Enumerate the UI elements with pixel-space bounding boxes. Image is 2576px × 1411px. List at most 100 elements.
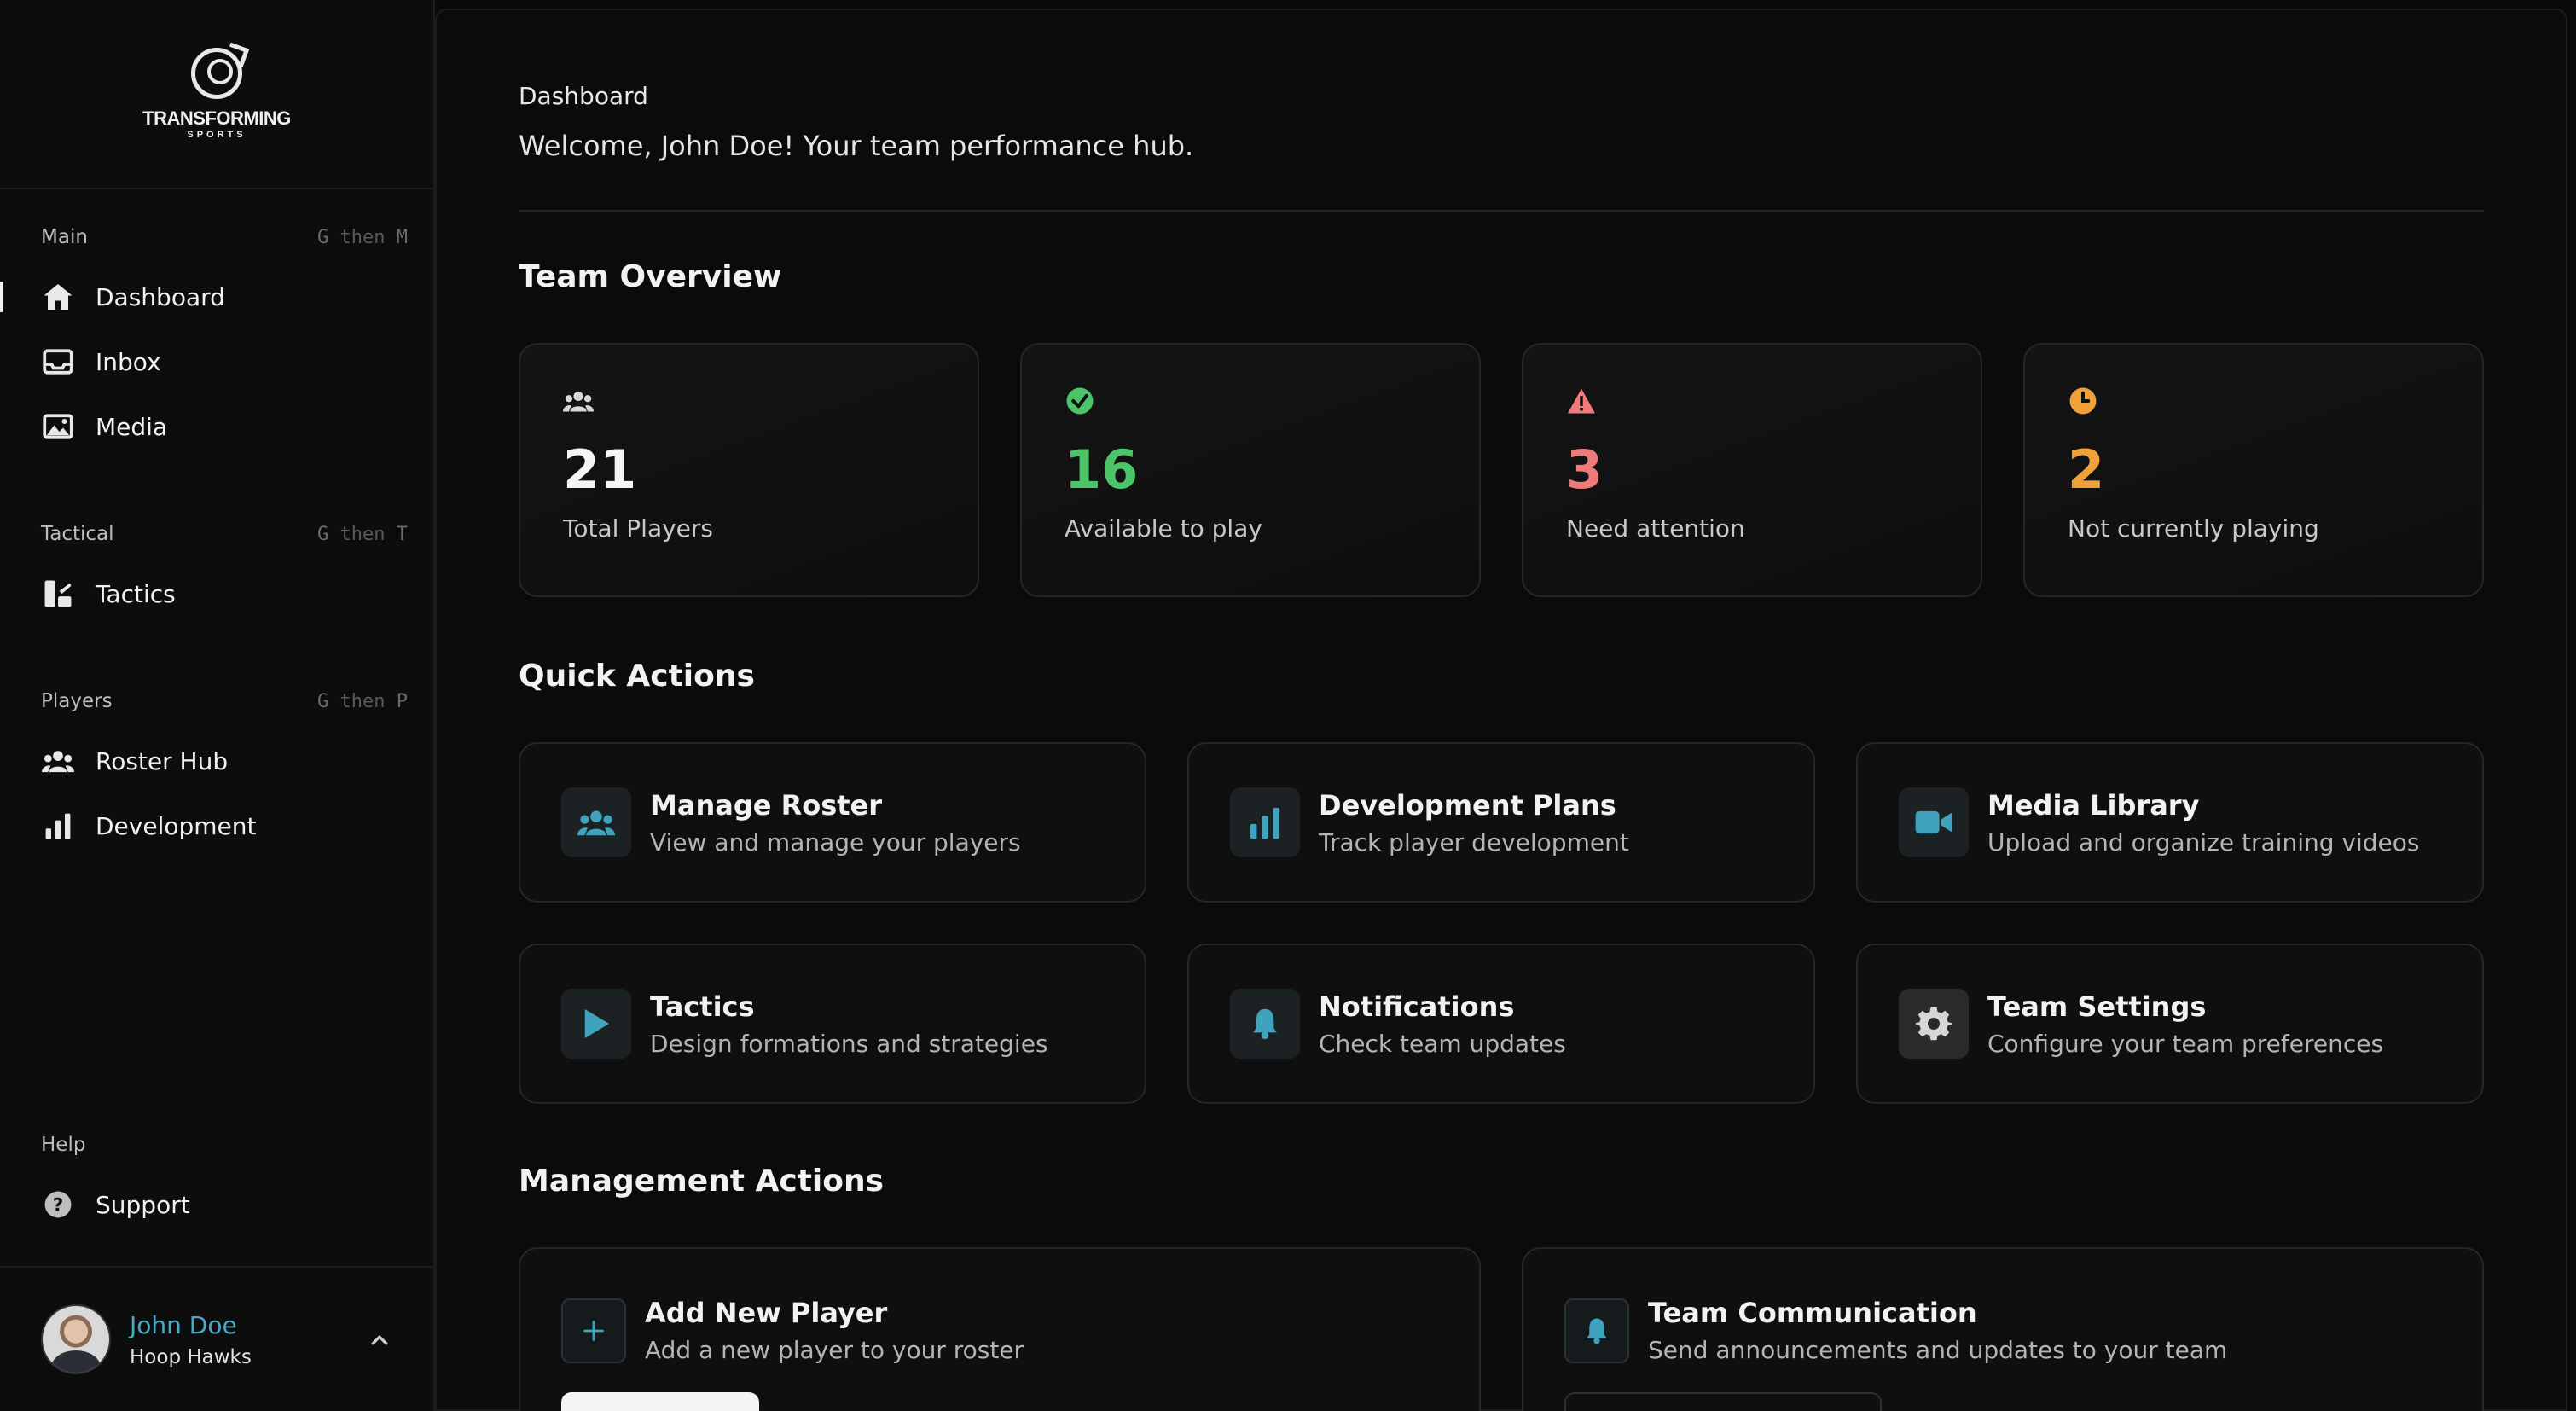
stat-card-available: 16 Available to play bbox=[1020, 343, 1481, 597]
sidebar-item-support[interactable]: ? Support bbox=[0, 1172, 435, 1237]
logo-mark-icon bbox=[191, 48, 242, 99]
group-title-help: Help bbox=[41, 1134, 86, 1156]
quick-action-desc: Design formations and strategies bbox=[650, 1029, 1048, 1058]
brand-name: TRANSFORMING bbox=[142, 107, 291, 129]
stat-value: 21 bbox=[563, 438, 637, 501]
management-title: Team Communication bbox=[1648, 1297, 1977, 1329]
sidebar-item-label: Tactics bbox=[96, 579, 176, 608]
stat-label: Not currently playing bbox=[2068, 514, 2319, 543]
plus-icon bbox=[561, 1298, 626, 1363]
team-communication-button[interactable] bbox=[1564, 1392, 1882, 1411]
section-title-overview: Team Overview bbox=[519, 259, 782, 294]
inbox-icon bbox=[41, 345, 75, 379]
sidebar-item-label: Media bbox=[96, 412, 168, 441]
quick-action-manage-roster[interactable]: Manage Roster View and manage your playe… bbox=[519, 742, 1146, 903]
quick-action-tactics[interactable]: Tactics Design formations and strategies bbox=[519, 944, 1146, 1104]
avatar bbox=[41, 1304, 111, 1374]
quick-action-title: Development Plans bbox=[1319, 788, 1616, 822]
gear-icon bbox=[1899, 989, 1969, 1059]
management-desc: Add a new player to your roster bbox=[645, 1336, 1024, 1364]
sidebar: TRANSFORMING SPORTS Main G then M Dashbo… bbox=[0, 0, 435, 1411]
shortcut-hint-main: G then M bbox=[317, 226, 408, 248]
quick-action-desc: Configure your team preferences bbox=[1987, 1029, 2384, 1058]
sidebar-item-roster-hub[interactable]: Roster Hub bbox=[0, 729, 435, 793]
quick-action-title: Notifications bbox=[1319, 990, 1515, 1023]
users-icon bbox=[563, 386, 594, 416]
stat-card-total-players: 21 Total Players bbox=[519, 343, 979, 597]
sidebar-item-label: Roster Hub bbox=[96, 746, 229, 775]
sidebar-item-label: Support bbox=[96, 1190, 190, 1219]
bar-chart-icon bbox=[1230, 787, 1300, 857]
brand-sub: SPORTS bbox=[187, 130, 247, 140]
stat-label: Need attention bbox=[1566, 514, 1745, 543]
quick-action-title: Team Settings bbox=[1987, 990, 2207, 1023]
stat-label: Total Players bbox=[563, 514, 714, 543]
stat-value: 2 bbox=[2068, 438, 2105, 501]
sidebar-item-inbox[interactable]: Inbox bbox=[0, 329, 435, 394]
users-icon bbox=[41, 744, 75, 778]
nav-group-help: Help ? Support bbox=[0, 1128, 435, 1237]
image-icon bbox=[41, 409, 75, 444]
chevron-up-icon[interactable] bbox=[368, 1329, 391, 1351]
bell-icon bbox=[1564, 1298, 1629, 1363]
user-profile[interactable]: John Doe Hoop Hawks bbox=[0, 1266, 435, 1411]
sidebar-item-label: Dashboard bbox=[96, 282, 225, 311]
main-content: Dashboard Welcome, John Doe! Your team p… bbox=[435, 9, 2567, 1411]
video-icon bbox=[1899, 787, 1969, 857]
group-title-tactical: Tactical bbox=[41, 523, 114, 545]
warning-icon bbox=[1566, 386, 1597, 416]
check-circle-icon bbox=[1065, 386, 1095, 416]
quick-action-title: Manage Roster bbox=[650, 788, 883, 822]
sidebar-item-dashboard[interactable]: Dashboard bbox=[0, 264, 435, 329]
home-icon bbox=[41, 280, 75, 314]
stat-value: 3 bbox=[1566, 438, 1604, 501]
nav-group-main: Main G then M Dashboard Inbox Media bbox=[0, 220, 435, 459]
stat-card-not-playing: 2 Not currently playing bbox=[2023, 343, 2484, 597]
management-add-player: Add New Player Add a new player to your … bbox=[519, 1247, 1481, 1411]
add-player-button[interactable] bbox=[561, 1392, 759, 1411]
management-desc: Send announcements and updates to your t… bbox=[1648, 1336, 2228, 1364]
sidebar-item-tactics[interactable]: Tactics bbox=[0, 561, 435, 626]
quick-action-title: Tactics bbox=[650, 990, 755, 1023]
divider bbox=[519, 210, 2484, 212]
nav-group-tactical: Tactical G then T Tactics bbox=[0, 517, 435, 626]
sidebar-item-development[interactable]: Development bbox=[0, 793, 435, 858]
svg-text:?: ? bbox=[53, 1195, 64, 1216]
user-team: Hoop Hawks bbox=[130, 1345, 252, 1368]
stat-value: 16 bbox=[1065, 438, 1139, 501]
stat-label: Available to play bbox=[1065, 514, 1262, 543]
sidebar-item-label: Inbox bbox=[96, 347, 161, 376]
page-subtitle: Welcome, John Doe! Your team performance… bbox=[519, 130, 1194, 162]
sidebar-item-media[interactable]: Media bbox=[0, 394, 435, 459]
section-title-quick-actions: Quick Actions bbox=[519, 659, 755, 694]
quick-action-team-settings[interactable]: Team Settings Configure your team prefer… bbox=[1856, 944, 2484, 1104]
bell-icon bbox=[1230, 989, 1300, 1059]
nav-group-players: Players G then P Roster Hub Development bbox=[0, 684, 435, 858]
shortcut-hint-tactical: G then T bbox=[317, 523, 408, 545]
quick-action-desc: Upload and organize training videos bbox=[1987, 827, 2420, 856]
sidebar-item-label: Development bbox=[96, 811, 257, 840]
quick-action-notifications[interactable]: Notifications Check team updates bbox=[1187, 944, 1815, 1104]
play-icon bbox=[561, 989, 631, 1059]
section-title-management: Management Actions bbox=[519, 1164, 885, 1199]
management-title: Add New Player bbox=[645, 1297, 888, 1329]
users-icon bbox=[561, 787, 631, 857]
quick-action-desc: Check team updates bbox=[1319, 1029, 1566, 1058]
quick-action-media-library[interactable]: Media Library Upload and organize traini… bbox=[1856, 742, 2484, 903]
user-name: John Doe bbox=[130, 1310, 237, 1339]
management-team-communication: Team Communication Send announcements an… bbox=[1522, 1247, 2484, 1411]
clock-icon bbox=[2068, 386, 2098, 416]
quick-action-development-plans[interactable]: Development Plans Track player developme… bbox=[1187, 742, 1815, 903]
quick-action-desc: Track player development bbox=[1319, 827, 1629, 856]
quick-action-title: Media Library bbox=[1987, 788, 2200, 822]
group-title-main: Main bbox=[41, 226, 88, 248]
bar-chart-icon bbox=[41, 809, 75, 843]
tactics-icon bbox=[41, 577, 75, 611]
group-title-players: Players bbox=[41, 690, 113, 712]
stat-card-need-attention: 3 Need attention bbox=[1522, 343, 1982, 597]
page-title: Dashboard bbox=[519, 82, 648, 110]
question-icon: ? bbox=[41, 1187, 75, 1222]
shortcut-hint-players: G then P bbox=[317, 690, 408, 712]
brand-logo[interactable]: TRANSFORMING SPORTS bbox=[0, 0, 433, 189]
quick-action-desc: View and manage your players bbox=[650, 827, 1021, 856]
